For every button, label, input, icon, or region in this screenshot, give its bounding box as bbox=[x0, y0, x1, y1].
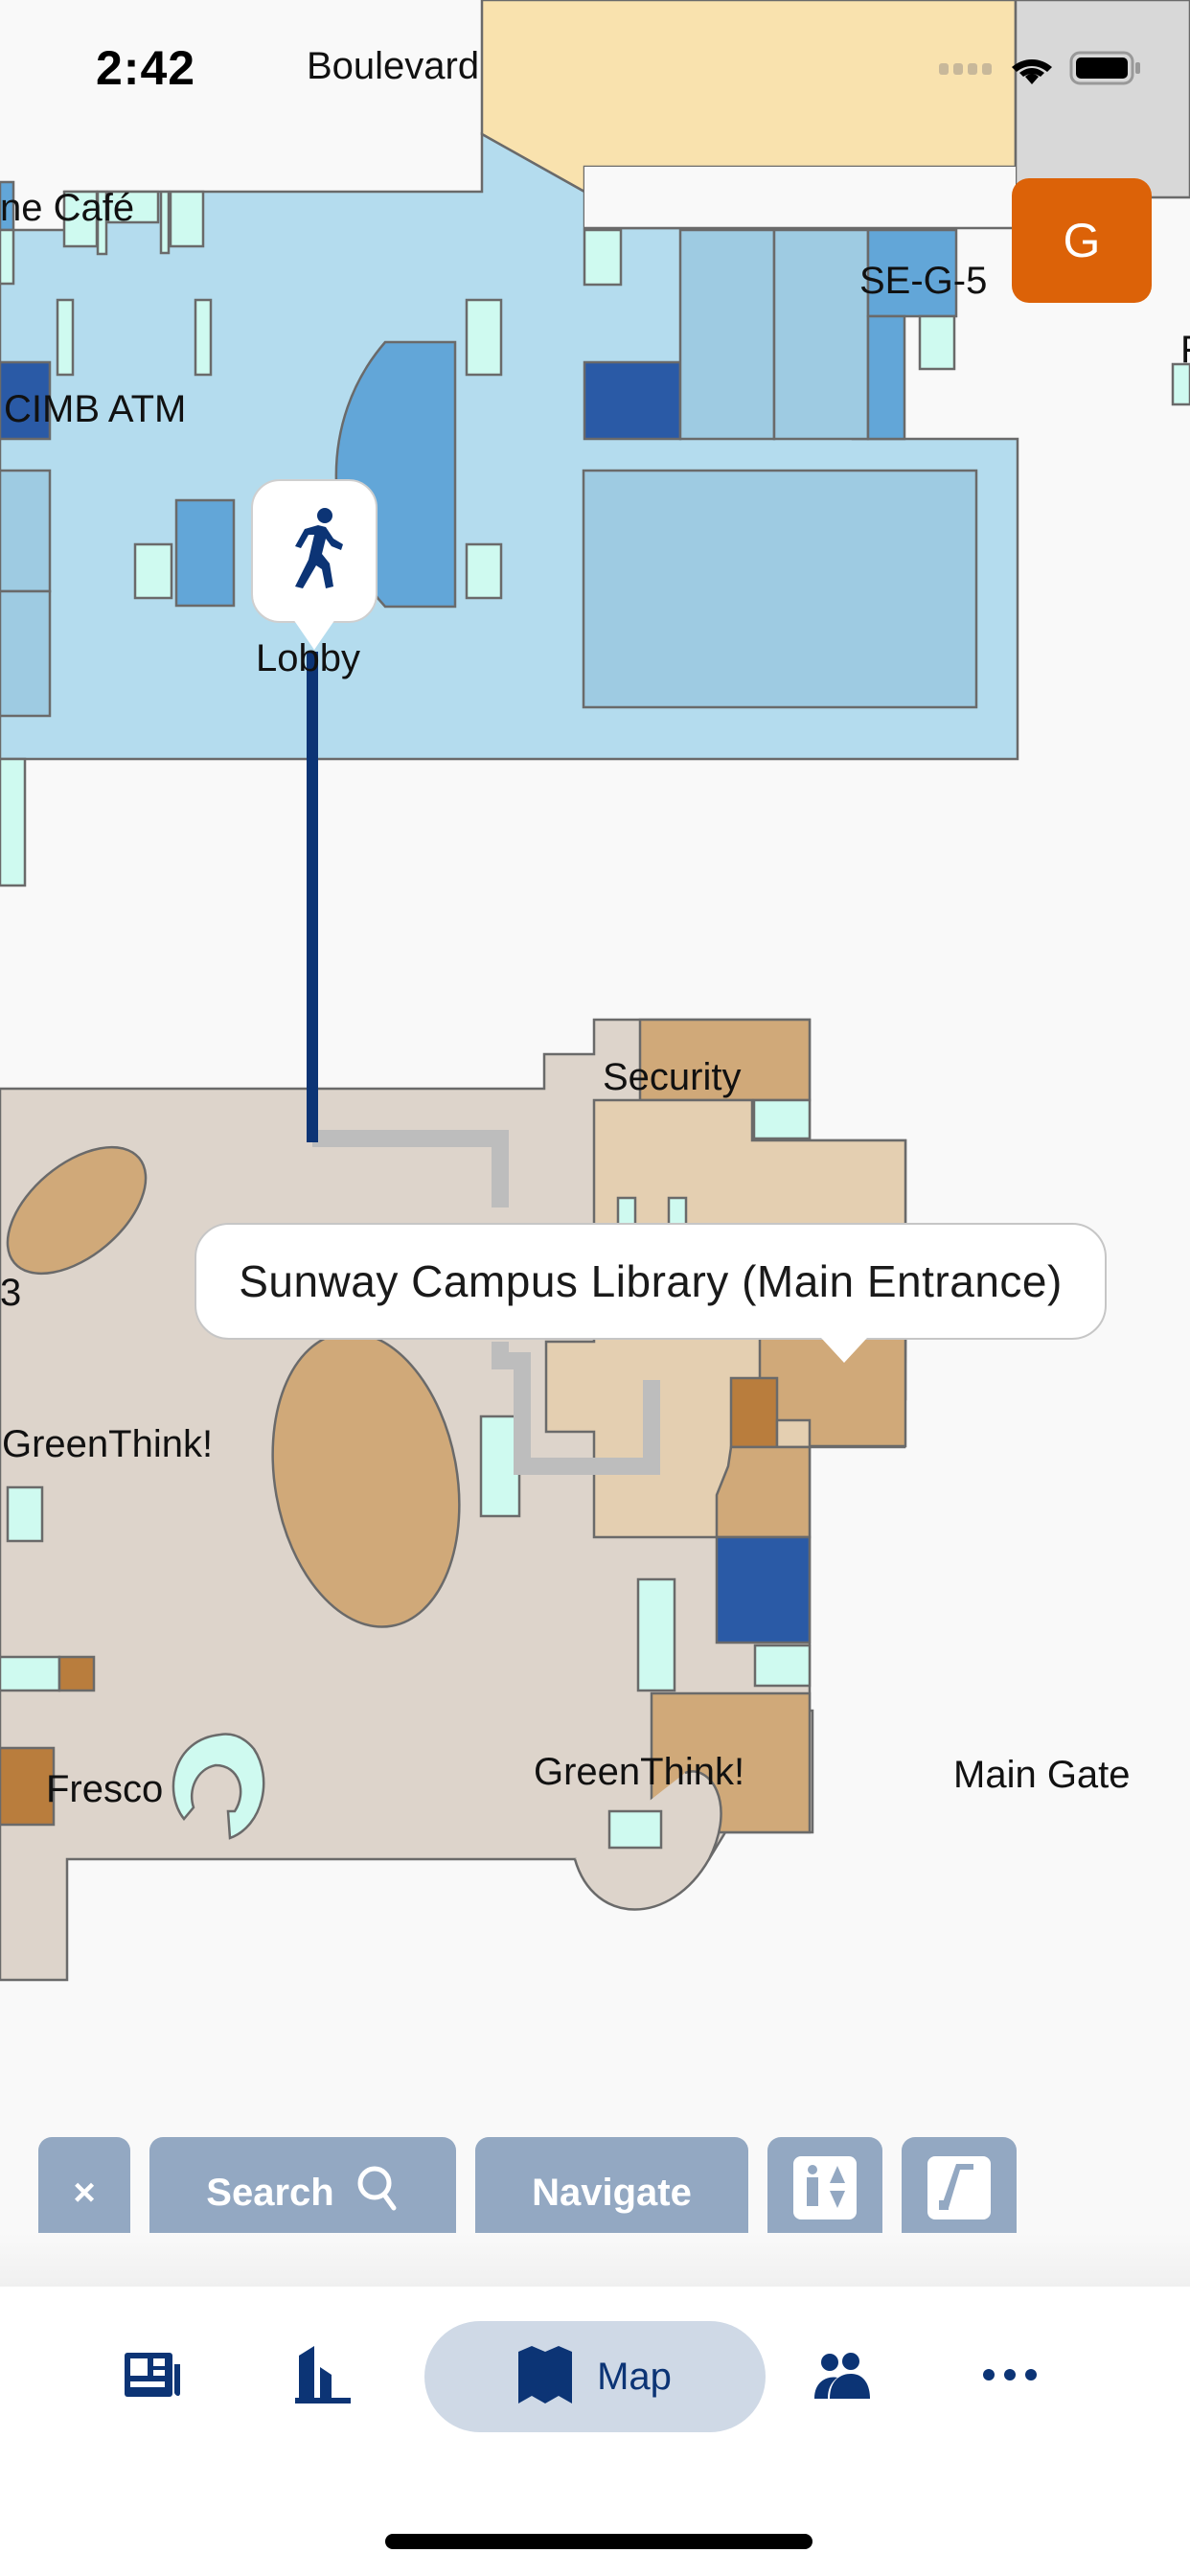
bottom-tab-bar: Map bbox=[0, 2287, 1190, 2576]
tab-more[interactable] bbox=[962, 2321, 1058, 2432]
map-label-cafe[interactable]: ne Café bbox=[0, 187, 134, 229]
tab-map-label: Map bbox=[597, 2355, 672, 2398]
home-indicator[interactable] bbox=[385, 2534, 812, 2549]
map-room-brown-column bbox=[715, 1445, 812, 1539]
map-area-gray-block bbox=[1014, 0, 1190, 199]
map-label-security[interactable]: Security bbox=[603, 1056, 742, 1098]
floor-selector-button[interactable]: G bbox=[1012, 178, 1152, 303]
search-label: Search bbox=[206, 2171, 334, 2214]
map-label-edge: F bbox=[1180, 329, 1190, 371]
map-label-se-g-5[interactable]: SE-G-5 bbox=[859, 260, 987, 302]
map-room-left-2 bbox=[0, 589, 52, 718]
elevator-filter-button[interactable] bbox=[767, 2137, 882, 2248]
map-room-small-brown bbox=[729, 1376, 779, 1449]
tab-people[interactable] bbox=[793, 2321, 889, 2432]
navigate-button[interactable]: Navigate bbox=[475, 2137, 748, 2248]
map-area-white-notch bbox=[584, 167, 1016, 228]
building-icon bbox=[293, 2345, 351, 2408]
map-room-left-1 bbox=[0, 469, 52, 593]
toolbar-shadow bbox=[0, 2233, 1190, 2287]
map-room-blue-block bbox=[715, 1535, 812, 1644]
tab-news[interactable] bbox=[105, 2321, 201, 2432]
wifi-icon bbox=[1008, 50, 1056, 91]
escalator-filter-button[interactable] bbox=[902, 2137, 1017, 2248]
close-icon: × bbox=[73, 2171, 96, 2214]
search-icon bbox=[355, 2164, 400, 2221]
search-button[interactable]: Search bbox=[149, 2137, 456, 2248]
more-icon bbox=[981, 2367, 1039, 2387]
map-icon bbox=[518, 2345, 573, 2408]
destination-name: Sunway Campus Library (Main Entrance) bbox=[239, 1256, 1063, 1306]
navigate-label: Navigate bbox=[532, 2171, 692, 2214]
map-room-large bbox=[582, 469, 978, 709]
people-icon bbox=[812, 2351, 870, 2404]
newspaper-icon bbox=[125, 2351, 182, 2404]
walking-person-icon bbox=[280, 506, 349, 597]
map-label-greenthink-bottom[interactable]: GreenThink! bbox=[534, 1751, 744, 1793]
map-label-3[interactable]: 3 bbox=[0, 1272, 21, 1314]
map-label-boulevard[interactable]: Boulevard bbox=[307, 45, 479, 87]
start-location-marker[interactable] bbox=[251, 479, 378, 650]
battery-icon bbox=[1069, 51, 1142, 90]
tab-map[interactable]: Map bbox=[424, 2321, 766, 2432]
elevator-icon bbox=[793, 2156, 857, 2229]
destination-callout[interactable]: Sunway Campus Library (Main Entrance) bbox=[195, 1223, 1107, 1363]
status-icons bbox=[939, 50, 1142, 91]
map-label-main-gate[interactable]: Main Gate bbox=[953, 1754, 1131, 1796]
map-label-greenthink-left[interactable]: GreenThink! bbox=[2, 1423, 213, 1465]
cellular-signal-icon bbox=[939, 61, 995, 80]
tab-buildings[interactable] bbox=[274, 2321, 370, 2432]
map-label-fresco[interactable]: Fresco bbox=[46, 1768, 163, 1810]
escalator-icon bbox=[927, 2156, 991, 2229]
close-button[interactable]: × bbox=[38, 2137, 130, 2248]
map-area-boulevard-block bbox=[480, 0, 1018, 195]
map-room-small-blue bbox=[174, 498, 236, 608]
map-label-cimb-atm[interactable]: CIMB ATM bbox=[4, 388, 186, 430]
map-room-dark-blue bbox=[583, 360, 682, 441]
status-time: 2:42 bbox=[96, 41, 196, 95]
